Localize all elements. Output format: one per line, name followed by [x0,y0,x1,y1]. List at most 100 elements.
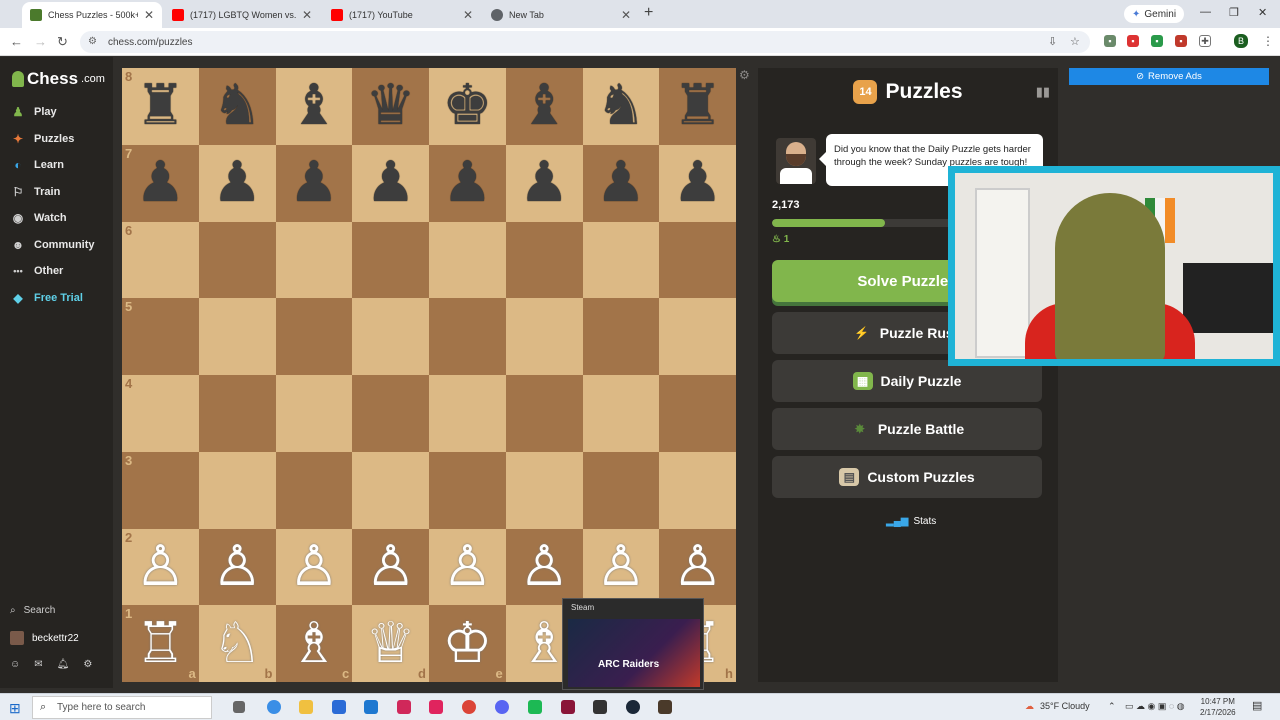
board-square-g6[interactable] [582,221,660,299]
app-icon[interactable] [658,700,672,714]
chess-piece[interactable]: ♟ [366,155,416,211]
next-app-icon[interactable] [397,700,411,714]
board-square-b1[interactable]: b ♘ [198,605,276,682]
tray-chevron-up-icon[interactable]: ⌃ [1108,701,1116,712]
chess-piece[interactable]: ♚ [442,78,492,134]
board-square-d4[interactable] [352,375,429,452]
board-square-c5[interactable] [275,298,353,375]
board-square-d3[interactable] [352,451,429,529]
close-tab-icon[interactable]: ✕ [621,8,631,22]
board-square-b3[interactable] [198,451,276,529]
board-square-a5[interactable]: 5 [122,298,199,375]
board-square-f6[interactable] [505,221,583,299]
chess-piece[interactable]: ♟ [135,155,185,211]
custom-puzzles-button[interactable]: ▤ Custom Puzzles [772,456,1042,498]
steam-taskbar-preview[interactable]: Steam ARC Raiders [562,598,704,690]
chess-piece[interactable]: ♖ [135,615,185,672]
board-square-h6[interactable] [659,221,736,299]
notifications-icon[interactable]: ▤ [1252,699,1262,712]
board-square-b6[interactable] [198,221,276,299]
chess-piece[interactable]: ♙ [289,538,339,595]
profile-avatar[interactable]: B [1234,34,1248,48]
board-square-a1[interactable]: 1 a ♖ [122,605,199,682]
board-square-e4[interactable] [429,375,506,452]
board-square-c3[interactable] [275,451,353,529]
chess-piece[interactable]: ♟ [519,155,569,211]
chess-piece[interactable]: ♔ [442,615,492,672]
close-tab-icon[interactable]: ✕ [302,8,312,22]
chess-piece[interactable]: ♟ [442,155,492,211]
board-square-a6[interactable]: 6 [122,221,199,299]
install-app-icon[interactable]: ⇩ [1048,35,1057,48]
task-view-icon[interactable] [233,701,245,713]
chess-piece[interactable]: ♜ [135,78,185,134]
bookmark-star-icon[interactable]: ☆ [1070,35,1080,48]
board-square-f5[interactable] [505,298,583,375]
extension-icon[interactable]: ▪ [1151,35,1163,47]
board-square-b2[interactable]: ♙ [198,528,276,606]
chess-piece[interactable]: ♜ [673,78,723,134]
system-clock[interactable]: 10:47 PM 2/17/2026 [1200,696,1236,718]
board-square-e5[interactable] [429,298,506,375]
windows-start-icon[interactable]: ⊞ [9,700,21,717]
friends-icon[interactable]: ☺ [10,659,20,670]
minimize-icon[interactable]: — [1200,6,1211,18]
chess-piece[interactable]: ♘ [212,615,262,672]
extension-icon[interactable]: ▪ [1104,35,1116,47]
weather-text[interactable]: 35°F Cloudy [1040,701,1090,711]
sidebar-item-play[interactable]: ♟ Play [10,105,57,119]
board-square-g7[interactable]: ♟ [582,144,660,222]
outlook-icon[interactable] [364,700,378,714]
board-square-a7[interactable]: 7 ♟ [122,144,199,222]
board-square-d1[interactable]: d ♕ [352,605,429,682]
board-square-a2[interactable]: 2 ♙ [122,528,199,606]
board-square-a3[interactable]: 3 [122,451,199,529]
board-square-c6[interactable] [275,221,353,299]
board-square-d8[interactable]: ♛ [352,68,429,145]
board-square-g5[interactable] [582,298,660,375]
board-square-h4[interactable] [659,375,736,452]
board-square-e7[interactable]: ♟ [429,144,506,222]
gemini-button[interactable]: ✦ Gemini [1124,5,1185,23]
board-square-h5[interactable] [659,298,736,375]
chess-piece[interactable]: ♗ [289,615,339,672]
back-icon[interactable]: ← [10,34,23,49]
extension-icon[interactable]: ▪ [1175,35,1187,47]
board-square-c4[interactable] [275,375,353,452]
steam-icon[interactable] [626,700,640,714]
board-square-e2[interactable]: ♙ [429,528,506,606]
board-square-h8[interactable]: ♜ [659,68,736,145]
tab-youtube[interactable]: (1717) YouTube ✕ [323,2,481,28]
chess-piece[interactable]: ♙ [596,538,646,595]
board-square-d7[interactable]: ♟ [352,144,429,222]
sidebar-search[interactable]: ⌕ Search [10,605,55,616]
url-field[interactable]: ⚙ chess.com/puzzles [80,31,1090,53]
discord-icon[interactable] [495,700,509,714]
chess-piece[interactable]: ♙ [212,538,262,595]
chess-piece[interactable]: ♝ [289,78,339,134]
board-square-g8[interactable]: ♞ [582,68,660,145]
sidebar-item-free-trial[interactable]: ◆ Free Trial [10,291,83,305]
board-square-f8[interactable]: ♝ [505,68,583,145]
chess-piece[interactable]: ♝ [519,78,569,134]
close-tab-icon[interactable]: ✕ [144,8,154,22]
board-square-b8[interactable]: ♞ [198,68,276,145]
chess-board[interactable]: 8 ♜ ♞ ♝ ♛ ♚ ♝ ♞ ♜ 7 ♟ ♟ ♟ ♟ ♟ ♟ ♟ ♟ 6 5 4 3 2 ♙ ♙ ♙ ♙ ♙ ♙ ♙ ♙ 1 a ♖ b ♘ c ♗ d ♕… [122,68,736,682]
chess-piece[interactable]: ♙ [366,538,416,595]
sidebar-item-learn[interactable]: ◐ Learn [10,158,64,172]
taskbar-search-input[interactable]: ⌕ Type here to search [32,696,212,719]
messages-icon[interactable]: ✉ [34,659,42,670]
daily-puzzle-button[interactable]: ▦ Daily Puzzle [772,360,1042,402]
chess-piece[interactable]: ♙ [135,538,185,595]
board-square-e1[interactable]: e ♔ [429,605,506,682]
board-square-c8[interactable]: ♝ [275,68,353,145]
board-square-h7[interactable]: ♟ [659,144,736,222]
board-square-d6[interactable] [352,221,429,299]
leaderboard-icon[interactable]: ▮▮ [1036,84,1050,100]
board-square-f7[interactable]: ♟ [505,144,583,222]
board-square-e8[interactable]: ♚ [429,68,506,145]
tab-lgbtq-video[interactable]: (1717) LGBTQ Women vs. Form ✕ [164,2,320,28]
board-square-g4[interactable] [582,375,660,452]
chess-piece[interactable]: ♟ [289,155,339,211]
steam-preview-thumbnail[interactable]: ARC Raiders [568,619,700,687]
